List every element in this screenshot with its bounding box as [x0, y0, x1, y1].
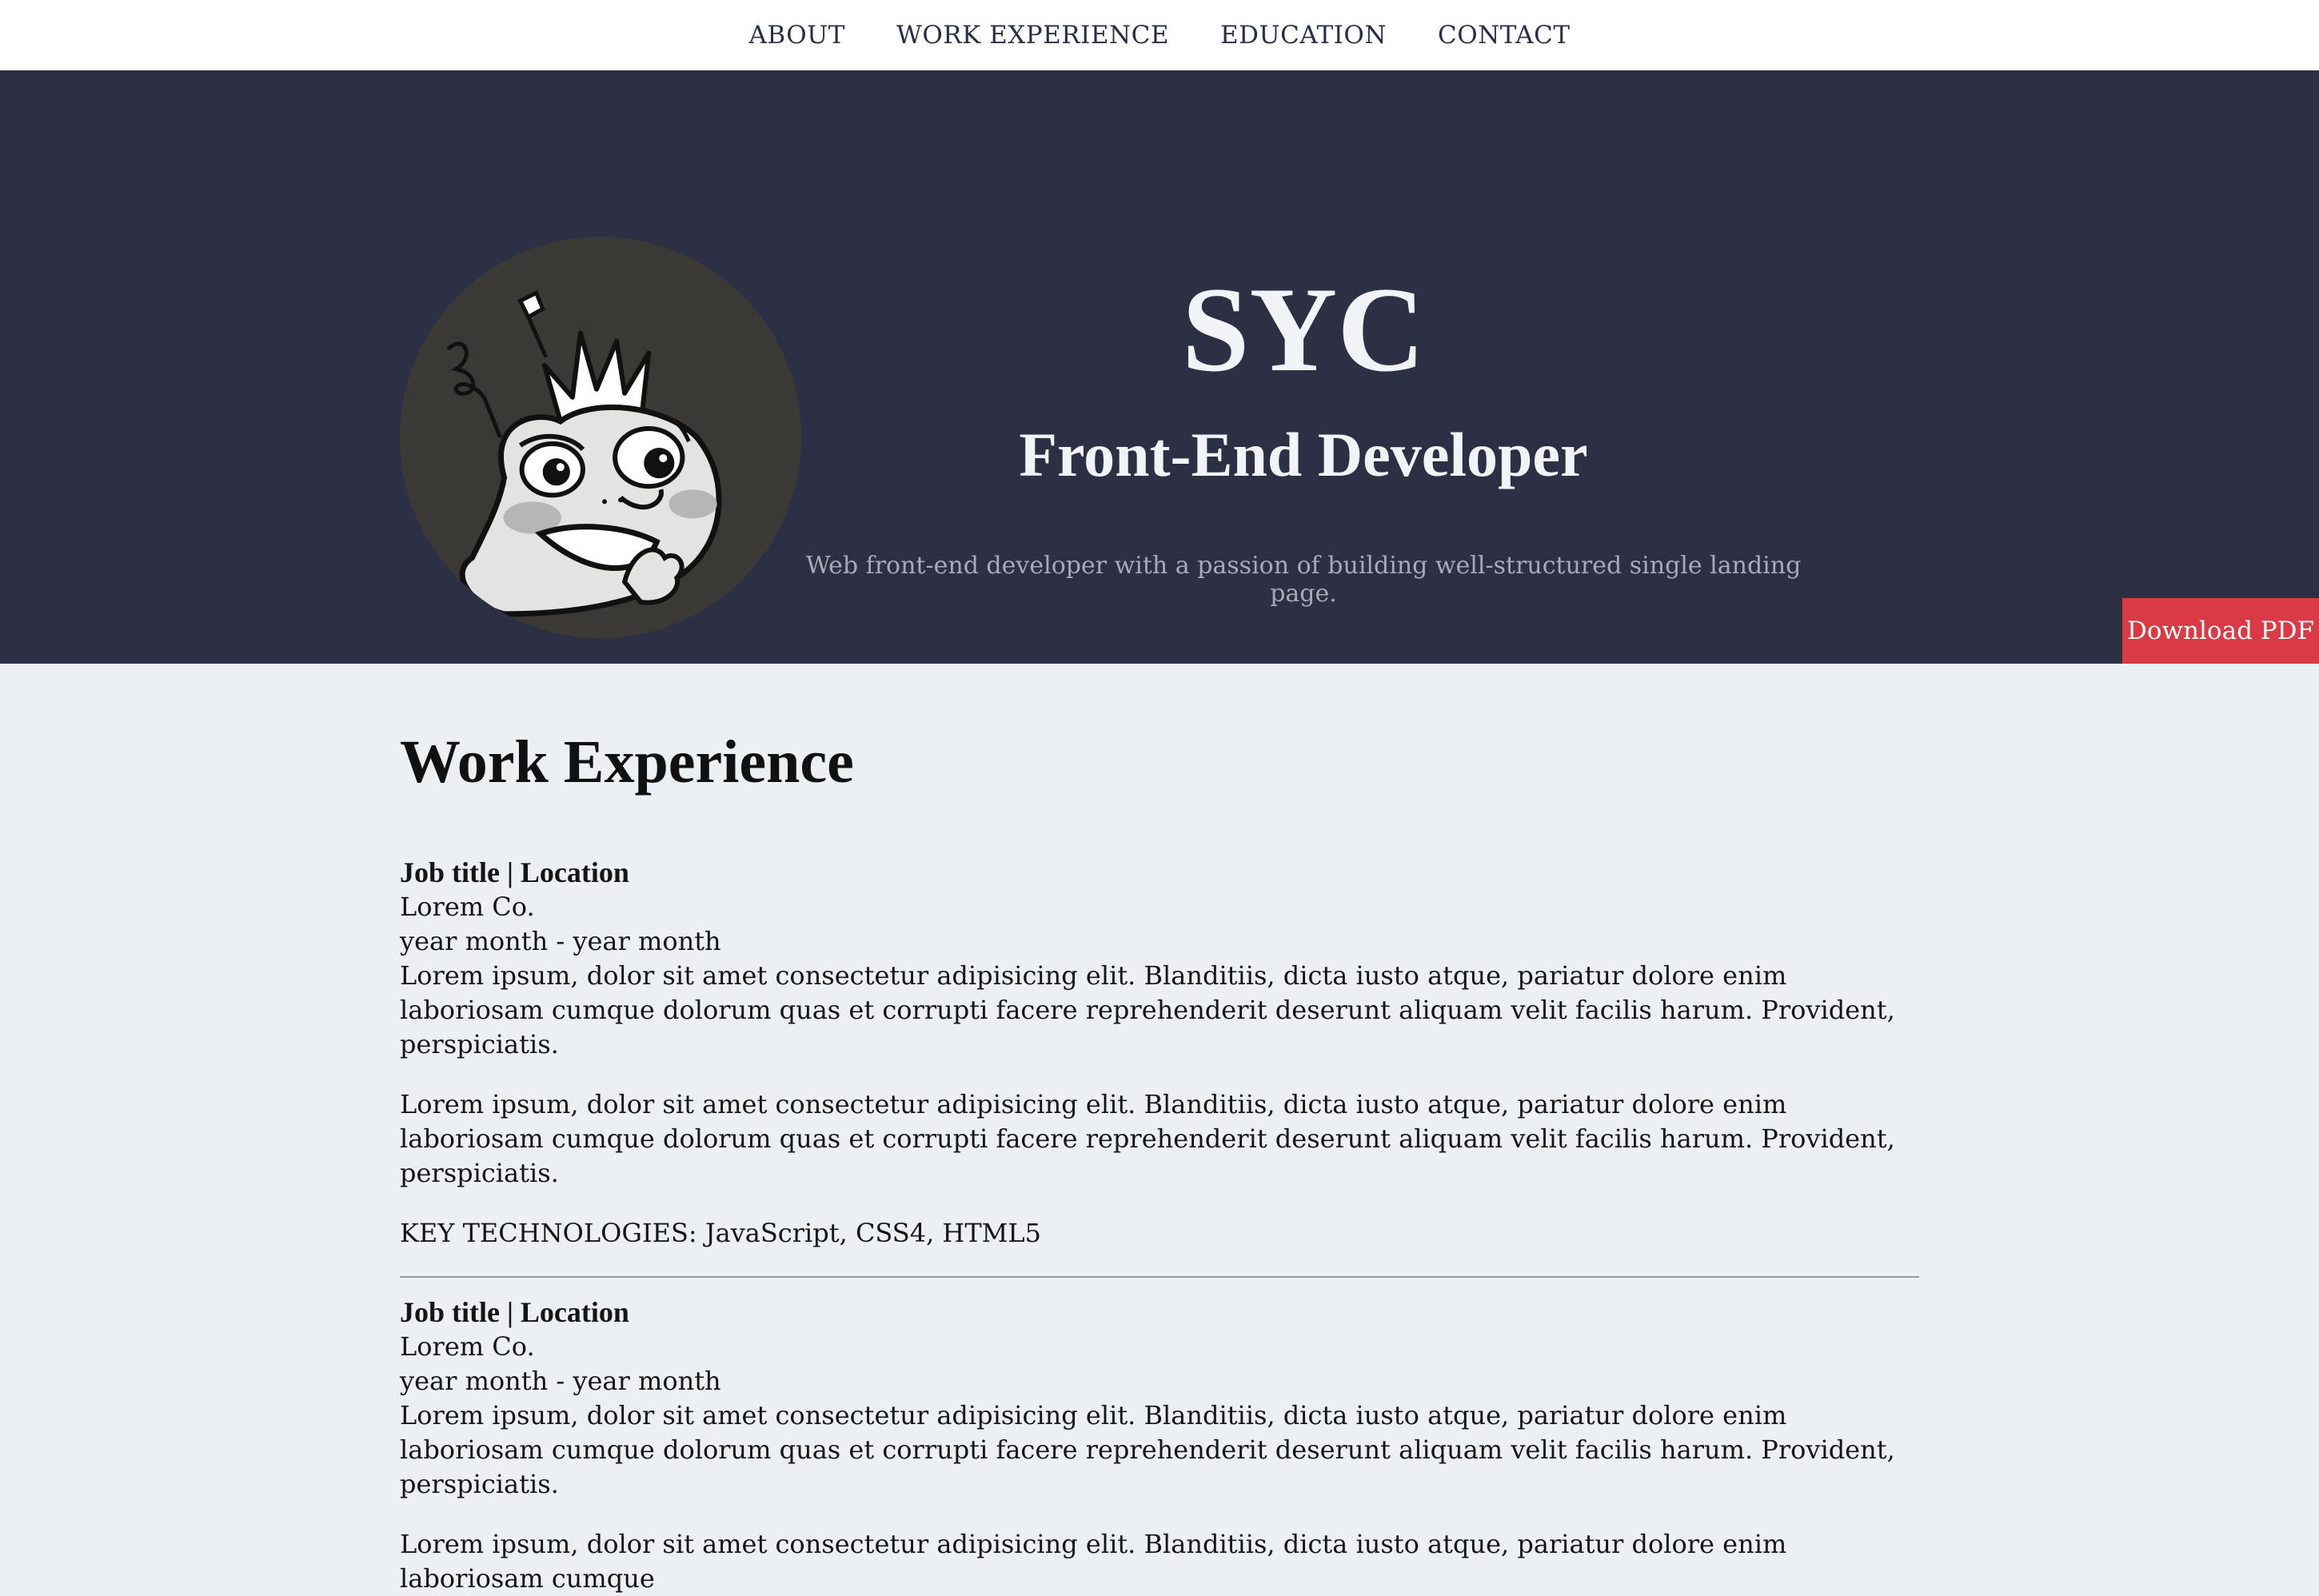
hero-description: Web front-end developer with a passion o…: [805, 552, 1802, 608]
hero-section: SYC Front-End Developer Web front-end de…: [0, 70, 2319, 664]
job-description: Lorem ipsum, dolor sit amet consectetur …: [400, 960, 1895, 1059]
job-key-technologies: KEY TECHNOLOGIES: JavaScript, CSS4, HTML…: [400, 1217, 1042, 1248]
job-dates: year month - year month: [400, 925, 721, 956]
job-description: Lorem ipsum, dolor sit amet consectetur …: [400, 1399, 1895, 1499]
job-dates: year month - year month: [400, 1365, 721, 1396]
top-nav: ABOUT WORK EXPERIENCE EDUCATION CONTACT: [0, 0, 2319, 70]
frog-prince-avatar-illustration: [400, 237, 801, 638]
job-entry: Job title | Location Lorem Co. year mont…: [400, 856, 1919, 1251]
job-divider: [400, 1275, 1919, 1278]
hero-text-block: SYC Front-End Developer Web front-end de…: [800, 269, 1807, 608]
nav-work-experience[interactable]: WORK EXPERIENCE: [896, 21, 1169, 50]
nav-contact[interactable]: CONTACT: [1438, 21, 1571, 50]
hero-name: SYC: [1181, 262, 1426, 397]
nav-about[interactable]: ABOUT: [749, 21, 845, 50]
job-entry: Job title | Location Lorem Co. year mont…: [400, 1295, 1919, 1596]
job-company: Lorem Co.: [400, 1331, 535, 1362]
download-pdf-button[interactable]: Download PDF: [2122, 598, 2319, 664]
nav-education[interactable]: EDUCATION: [1220, 21, 1387, 50]
avatar: [400, 237, 801, 638]
work-experience-title: Work Experience: [400, 728, 854, 796]
job-company: Lorem Co.: [400, 891, 535, 922]
job-title: Job title | Location: [400, 856, 629, 888]
job-description: Lorem ipsum, dolor sit amet consectetur …: [400, 1088, 1895, 1188]
job-description: Lorem ipsum, dolor sit amet consectetur …: [400, 1528, 1787, 1594]
job-title: Job title | Location: [400, 1295, 629, 1328]
hero-role: Front-End Developer: [1019, 420, 1588, 489]
main-content: Work Experience Job title | Location Lor…: [400, 664, 1919, 1596]
